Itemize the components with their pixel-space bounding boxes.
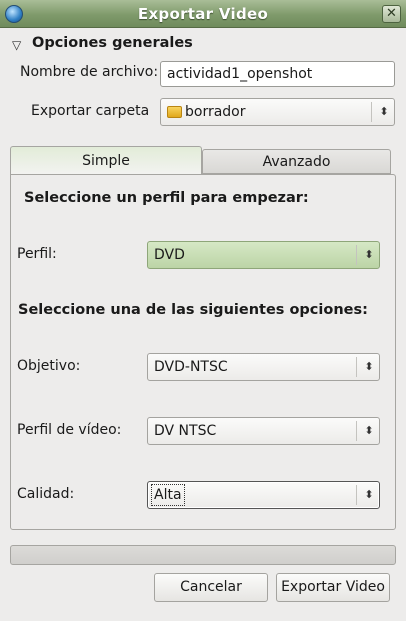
combo-separator [356, 357, 357, 377]
export-video-button[interactable]: Exportar Video [276, 573, 390, 602]
updown-arrows-icon: ⬍ [364, 360, 374, 373]
objetivo-label: Objetivo: [17, 358, 81, 374]
calidad-select[interactable]: Alta ⬍ [147, 481, 380, 509]
objetivo-select[interactable]: DVD-NTSC ⬍ [147, 353, 380, 381]
profile-heading: Seleccione un perfil para empezar: [24, 190, 309, 206]
export-folder-label: Exportar carpeta [31, 103, 150, 119]
filename-label: Nombre de archivo: [20, 64, 159, 80]
filename-input[interactable]: actividad1_openshot [160, 61, 395, 87]
tab-avanzado[interactable]: Avanzado [202, 149, 391, 174]
combo-separator [356, 421, 357, 441]
combo-separator [371, 102, 372, 122]
folder-icon [167, 106, 182, 118]
perfil-video-value: DV NTSC [154, 423, 217, 439]
updown-arrows-icon: ⬍ [364, 424, 374, 437]
cancel-button[interactable]: Cancelar [154, 573, 268, 602]
window-title: Exportar Video [137, 5, 269, 23]
updown-arrows-icon: ⬍ [364, 248, 374, 261]
close-button[interactable]: ✕ [382, 5, 401, 23]
calidad-label: Calidad: [17, 486, 75, 502]
calidad-value: Alta [151, 484, 185, 506]
section-expander-icon[interactable]: ▽ [12, 38, 21, 52]
tab-simple[interactable]: Simple [10, 146, 202, 175]
export-folder-value: borrador [185, 104, 246, 120]
perfil-value: DVD [154, 247, 185, 263]
export-folder-select[interactable]: borrador ⬍ [160, 98, 395, 126]
simple-tab-panel [10, 174, 396, 530]
updown-arrows-icon: ⬍ [379, 105, 389, 118]
combo-separator [356, 485, 357, 505]
perfil-video-select[interactable]: DV NTSC ⬍ [147, 417, 380, 445]
objetivo-value: DVD-NTSC [154, 359, 228, 375]
perfil-video-label: Perfil de vídeo: [17, 422, 122, 438]
perfil-select[interactable]: DVD ⬍ [147, 241, 380, 269]
updown-arrows-icon: ⬍ [364, 488, 374, 501]
export-progress-bar [10, 545, 396, 565]
combo-separator [356, 245, 357, 265]
window-titlebar[interactable]: Exportar Video ✕ [0, 0, 406, 28]
options-heading: Seleccione una de las siguientes opcione… [18, 302, 368, 318]
perfil-label: Perfil: [17, 246, 57, 262]
section-title[interactable]: Opciones generales [32, 35, 193, 51]
